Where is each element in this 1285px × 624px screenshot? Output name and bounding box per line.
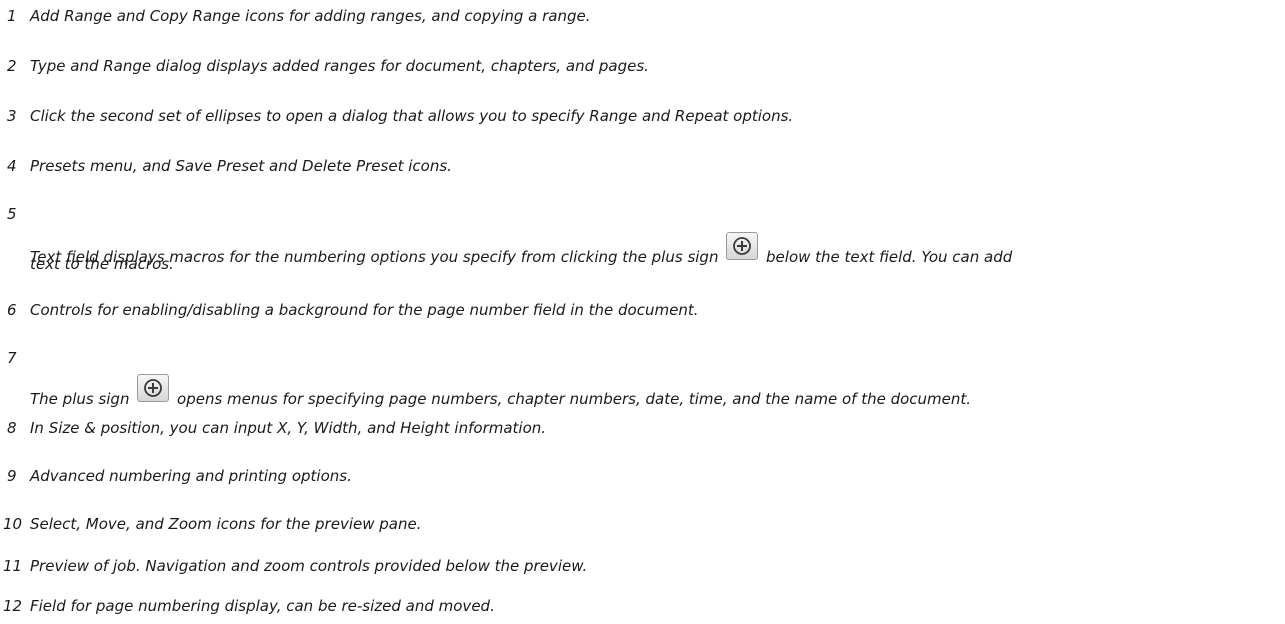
item-text-before: The plus sign [30,390,130,408]
item-text: Preview of job. Navigation and zoom cont… [30,557,588,575]
item-number: 4 [7,157,17,175]
item-text-after: below the text field. You can add [766,248,1013,266]
plus-circle-icon [726,232,759,260]
item-text: Field for page numbering display, can be… [30,597,495,615]
item-number: 7 [7,349,17,367]
item-text: Text field displays macros for the numbe… [30,232,1012,267]
item-text: Controls for enabling/disabling a backgr… [30,301,699,319]
item-text: Click the second set of ellipses to open… [30,107,794,125]
item-text: Type and Range dialog displays added ran… [30,57,649,75]
item-number: 9 [7,467,17,485]
item-text-after: opens menus for specifying page numbers,… [177,390,972,408]
item-text: The plus sign opens menus for specifying… [30,374,971,409]
item-text: Select, Move, and Zoom icons for the pre… [30,515,422,533]
item-number: 2 [7,57,17,75]
item-number: 5 [7,205,17,223]
item-number: 6 [7,301,17,319]
item-text: Add Range and Copy Range icons for addin… [30,7,591,25]
plus-circle-icon [137,374,170,402]
item-text: In Size & position, you can input X, Y, … [30,419,547,437]
item-text: Advanced numbering and printing options. [30,467,352,485]
item-number: 10 [3,515,23,533]
item-number: 3 [7,107,17,125]
item-text: Presets menu, and Save Preset and Delete… [30,157,452,175]
item-number: 1 [7,7,17,25]
item-text-line2: text to the macros. [30,255,174,273]
item-number: 12 [3,597,23,615]
item-number: 8 [7,419,17,437]
item-number: 11 [3,557,23,575]
